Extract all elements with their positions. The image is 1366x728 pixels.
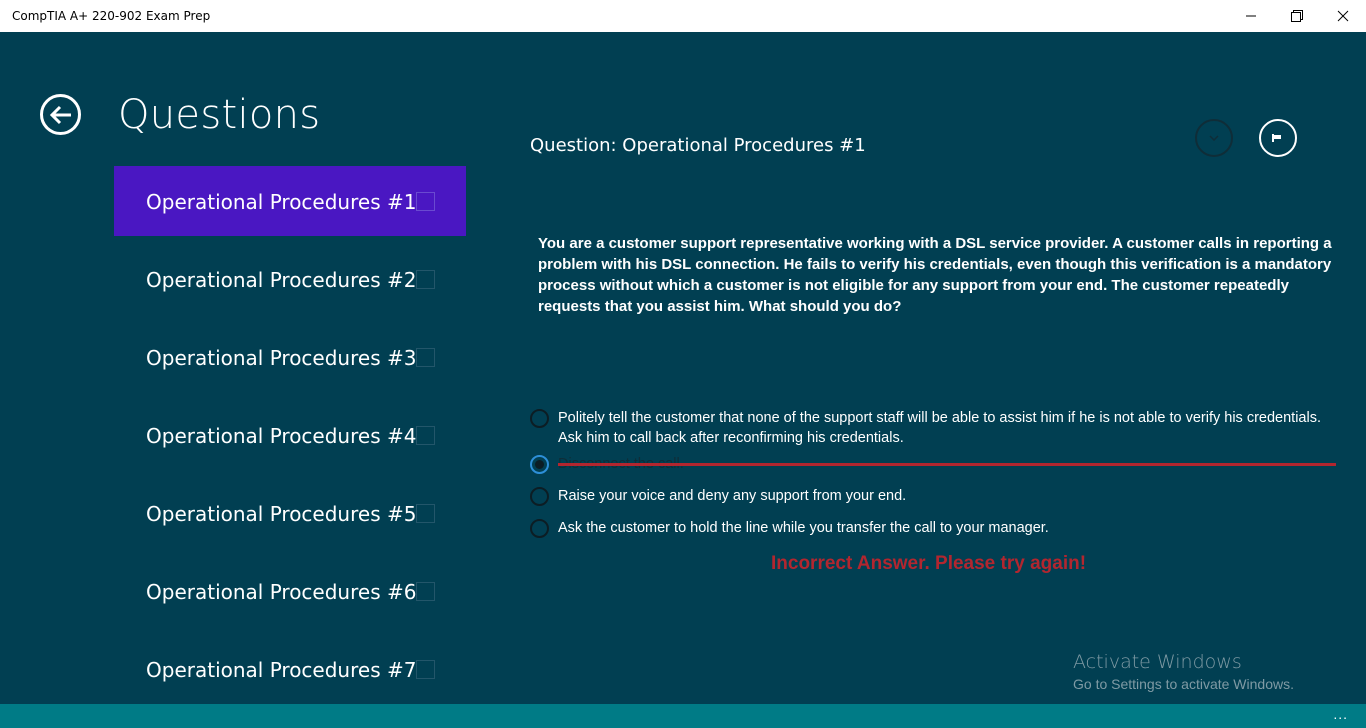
answer-options: Politely tell the customer that none of … — [529, 408, 1339, 538]
arrow-left-icon — [49, 105, 71, 124]
question-item-3[interactable]: Operational Procedures #3 — [114, 322, 466, 392]
question-item-label: Operational Procedures #5 — [146, 502, 417, 526]
answer-option-1[interactable]: Politely tell the customer that none of … — [529, 408, 1339, 448]
radio-button[interactable] — [530, 487, 549, 506]
answer-option-label: Raise your voice and deny any support fr… — [558, 488, 907, 504]
minimize-icon — [1246, 15, 1256, 17]
answer-option-3[interactable]: Raise your voice and deny any support fr… — [529, 486, 1339, 506]
question-item-label: Operational Procedures #3 — [146, 346, 417, 370]
answer-option-label: Politely tell the customer that none of … — [558, 410, 1321, 446]
question-heading: Question: Operational Procedures #1 — [530, 135, 866, 156]
question-item-2[interactable]: Operational Procedures #2 — [114, 244, 466, 314]
question-checkbox[interactable] — [416, 504, 435, 523]
title-bar: CompTIA A+ 220-902 Exam Prep — [0, 0, 1366, 32]
window-title: CompTIA A+ 220-902 Exam Prep — [12, 9, 211, 23]
radio-button[interactable] — [530, 409, 549, 428]
activation-watermark-title: Activate Windows — [1073, 651, 1242, 673]
close-button[interactable] — [1320, 0, 1366, 32]
answer-option-label: Ask the customer to hold the line while … — [558, 520, 1049, 536]
back-button[interactable] — [40, 94, 81, 135]
question-checkbox[interactable] — [416, 270, 435, 289]
question-text: You are a customer support representativ… — [538, 235, 1332, 315]
minimize-button[interactable] — [1228, 0, 1274, 32]
question-item-label: Operational Procedures #2 — [146, 268, 417, 292]
question-checkbox[interactable] — [416, 660, 435, 679]
question-item-label: Operational Procedures #7 — [146, 658, 417, 682]
question-checkbox[interactable] — [416, 582, 435, 601]
close-icon — [1337, 10, 1349, 22]
question-item-6[interactable]: Operational Procedures #6 — [114, 556, 466, 626]
question-checkbox[interactable] — [416, 192, 435, 211]
question-item-label: Operational Procedures #6 — [146, 580, 417, 604]
more-options-button[interactable]: ... — [1333, 706, 1348, 722]
flag-button[interactable] — [1259, 119, 1297, 157]
restore-button[interactable] — [1274, 0, 1320, 32]
incorrect-strikethrough — [558, 463, 1336, 466]
question-item-1[interactable]: Operational Procedures #1 — [114, 166, 466, 236]
page-title: Questions — [118, 92, 321, 138]
radio-button-selected[interactable] — [530, 455, 549, 474]
question-item-label: Operational Procedures #4 — [146, 424, 417, 448]
question-item-5[interactable]: Operational Procedures #5 — [114, 478, 466, 548]
flag-icon — [1272, 134, 1281, 142]
activation-watermark-text: Go to Settings to activate Windows. — [1073, 676, 1294, 692]
answer-option-4[interactable]: Ask the customer to hold the line while … — [529, 518, 1339, 538]
question-item-7[interactable]: Operational Procedures #7 — [114, 634, 466, 704]
question-list: Operational Procedures #1 Operational Pr… — [114, 166, 466, 712]
question-item-label: Operational Procedures #1 — [146, 190, 417, 214]
dropdown-button[interactable] — [1195, 119, 1233, 157]
chevron-down-icon — [1209, 135, 1219, 141]
answer-option-2[interactable]: Disconnect the call. — [529, 454, 1339, 474]
feedback-message: Incorrect Answer. Please try again! — [771, 553, 1087, 574]
question-checkbox[interactable] — [416, 426, 435, 445]
question-item-4[interactable]: Operational Procedures #4 — [114, 400, 466, 470]
app-bar: ... — [0, 704, 1366, 728]
question-checkbox[interactable] — [416, 348, 435, 367]
restore-icon — [1291, 10, 1303, 22]
radio-button[interactable] — [530, 519, 549, 538]
